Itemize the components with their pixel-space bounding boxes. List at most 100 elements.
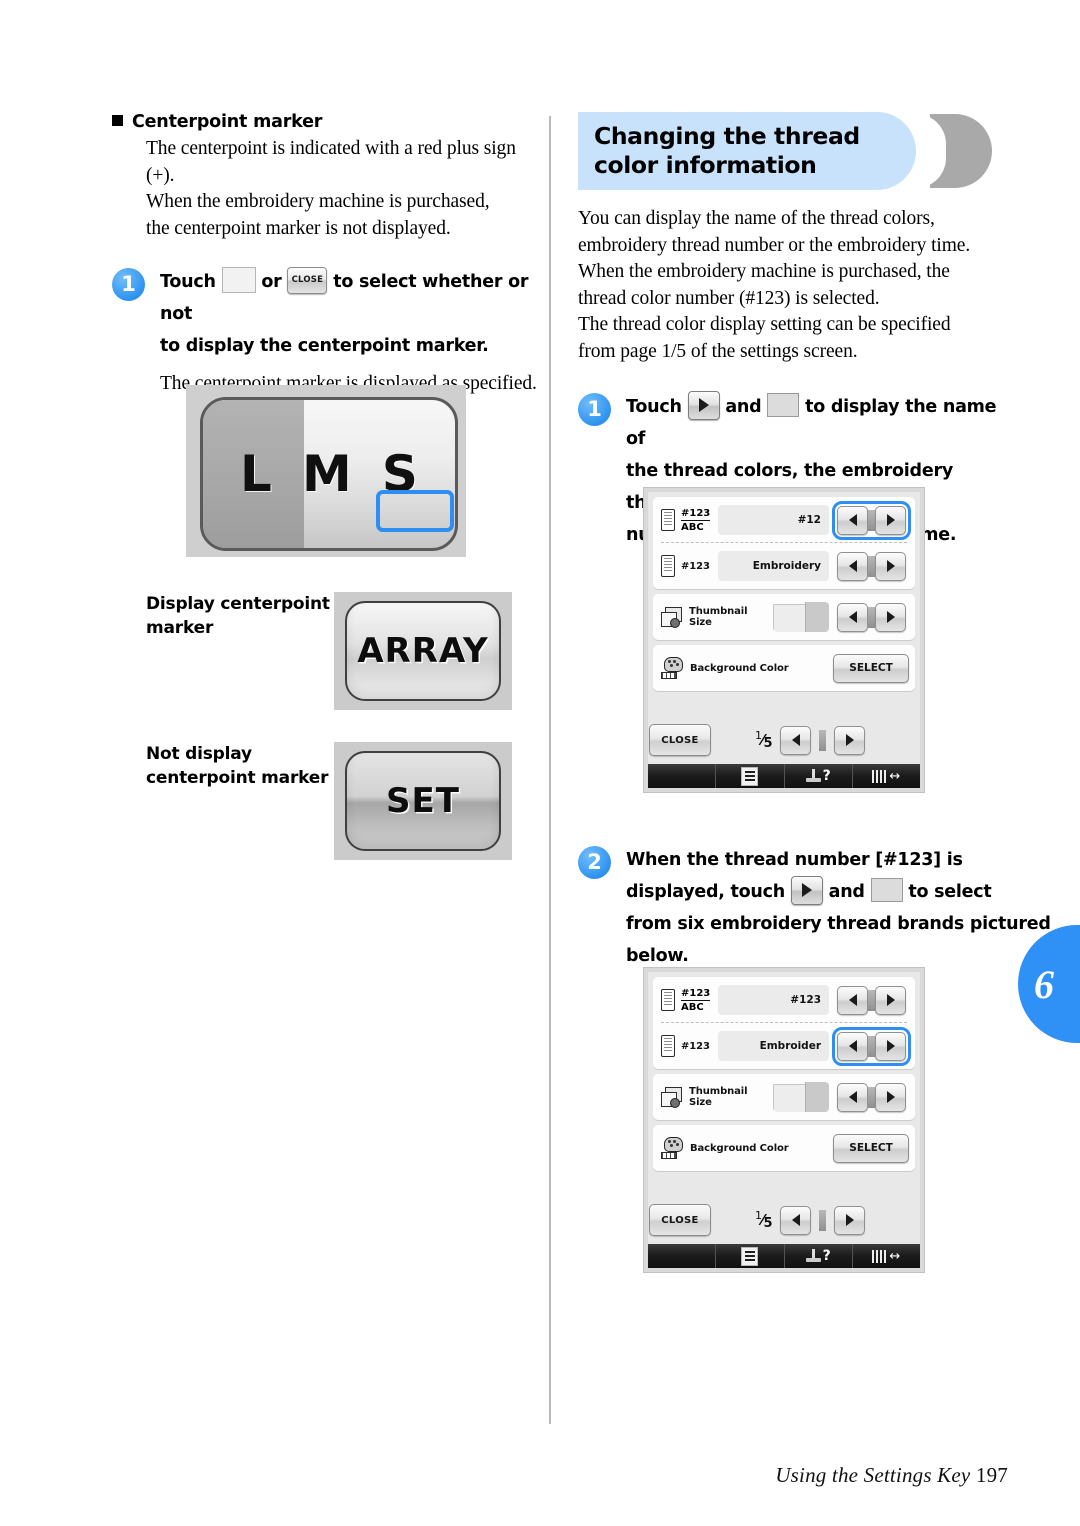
right-intro-line-4: thread color number (#123) is selected.: [578, 287, 880, 309]
chapter-banner: Changing the thread color information: [578, 112, 1008, 190]
thread-brand-arrows-2[interactable]: [832, 1026, 911, 1066]
background-color-select-button-1[interactable]: SELECT: [833, 653, 909, 683]
thumbnail-size-card-2: Thumbnail Size: [653, 1074, 915, 1120]
prev-arrow-button[interactable]: [837, 1082, 868, 1112]
intro-line-1: The centerpoint is indicated with a red …: [146, 138, 516, 159]
intro-line-3: When the embroidery machine is purchased…: [146, 191, 490, 212]
stitch-width-icon[interactable]: ↔: [851, 1244, 920, 1268]
settings-list-icon[interactable]: [715, 1244, 783, 1268]
page-current-1: 1: [755, 729, 762, 742]
thumbnail-size-arrows-1[interactable]: [834, 600, 909, 635]
prev-arrow-button[interactable]: [837, 505, 868, 535]
set-key-figure: SET: [334, 742, 512, 860]
prev-arrow-button[interactable]: [837, 551, 868, 581]
row-thumbnail-size-1[interactable]: Thumbnail Size: [653, 594, 915, 640]
page-indicator-fraction-2: 1⁄5: [755, 1209, 773, 1231]
row-thread-brand-1[interactable]: #123 Embroidery: [653, 543, 915, 589]
background-color-card-1: Background Color SELECT: [653, 645, 915, 691]
prev-arrow-button[interactable]: [837, 1031, 868, 1061]
thread-spool-icon: [661, 989, 675, 1011]
right-step-1-text-c: to display the name of: [626, 397, 997, 449]
thread-color-display-icon[interactable]: [767, 393, 800, 417]
arrow-gap: [868, 989, 875, 1011]
thumbnail-size-icon: [661, 607, 682, 628]
settings-list-icon[interactable]: [221, 267, 256, 293]
next-arrow-button[interactable]: [875, 551, 906, 581]
settings-screen-2-taskbar: ? ↔: [648, 1244, 920, 1268]
background-color-select-button-2[interactable]: SELECT: [833, 1133, 909, 1163]
right-step-2-text-c: to select: [908, 882, 992, 902]
square-bullet-icon: [112, 115, 123, 126]
arrow-gap: [868, 606, 875, 628]
page-prev-button-1[interactable]: [780, 725, 812, 755]
row-background-color-2[interactable]: Background Color SELECT: [653, 1125, 915, 1171]
thread-brand-value-1: Embroidery: [717, 551, 829, 581]
page-total-1: 5: [763, 736, 773, 751]
left-step-1: 1 Touch or CLOSE to select whether or no…: [112, 266, 542, 397]
left-step-1-badge: 1: [112, 268, 145, 301]
page-next-button-2[interactable]: [834, 1205, 866, 1235]
next-arrow-button[interactable]: [875, 985, 906, 1015]
background-color-label-2: Background Color: [690, 1142, 789, 1154]
stitch-width-icon[interactable]: ↔: [851, 764, 920, 788]
prev-arrow-button[interactable]: [837, 602, 868, 632]
lms-letter-m: M: [302, 445, 352, 503]
row-thread-name-display-1[interactable]: #123 ABC #12: [653, 497, 915, 543]
presser-foot-help-icon[interactable]: ?: [783, 764, 852, 788]
next-arrow-button[interactable]: [875, 1082, 906, 1112]
thumbnail-size-card-1: Thumbnail Size: [653, 594, 915, 640]
set-key[interactable]: SET: [345, 751, 501, 851]
thread-brand-arrows-1[interactable]: [834, 549, 909, 584]
column-divider: [549, 116, 551, 1424]
section-heading: Centerpoint marker: [112, 112, 542, 132]
presser-foot-help-icon[interactable]: ?: [783, 1244, 852, 1268]
thread-display-arrows-1[interactable]: [832, 500, 911, 540]
taskbar-blank-cell: [648, 1244, 715, 1268]
thumbnail-size-preview: [773, 1082, 829, 1112]
section-heading-label: Centerpoint marker: [132, 112, 323, 132]
caption-row-not-display-marker: Not display centerpoint marker SET: [146, 742, 512, 860]
thread-spool-icon: [661, 555, 675, 577]
settings-screen-2-footer: CLOSE 1⁄5: [649, 1199, 919, 1241]
lms-key-figure: L M S: [186, 385, 466, 557]
close-key-icon[interactable]: CLOSE: [287, 266, 328, 294]
manual-page: Centerpoint marker The centerpoint is in…: [0, 0, 1080, 1526]
next-arrow-button[interactable]: [875, 505, 906, 535]
next-arrow-button[interactable]: [875, 1031, 906, 1061]
row-thread-brand-2[interactable]: #123 Embroider: [653, 1023, 915, 1069]
settings-screen-1-footer: CLOSE 1⁄5: [649, 719, 919, 761]
background-color-label-1: Background Color: [690, 662, 789, 674]
caption-row-display-marker: Display centerpoint marker ARRAY: [146, 592, 512, 710]
thumbnail-size-arrows-2[interactable]: [834, 1080, 909, 1115]
banner-pill: Changing the thread color information: [578, 112, 916, 190]
right-intro-line-1: You can display the name of the thread c…: [578, 208, 935, 229]
row-thumbnail-size-2[interactable]: Thumbnail Size: [653, 1074, 915, 1120]
background-color-card-2: Background Color SELECT: [653, 1125, 915, 1171]
thread-brand-display-icon[interactable]: [870, 878, 903, 902]
array-key[interactable]: ARRAY: [345, 601, 501, 701]
settings-screen-1: #123 ABC #12 #123 Embroidery Thumbnail S…: [643, 487, 925, 793]
prev-arrow-button[interactable]: [837, 985, 868, 1015]
close-button-1[interactable]: CLOSE: [649, 724, 711, 756]
next-arrow-key-icon[interactable]: [687, 390, 720, 420]
close-button-2[interactable]: CLOSE: [649, 1204, 711, 1236]
thread-display-arrows-2[interactable]: [834, 983, 909, 1018]
page-indicator-fraction-1: 1⁄5: [755, 729, 773, 751]
background-color-icon: [661, 1137, 683, 1159]
right-step-2-text: When the thread number [#123] is display…: [626, 844, 1056, 972]
row-thread-name-display-2[interactable]: #123 ABC #123: [653, 977, 915, 1023]
right-column: Changing the thread color information Yo…: [578, 112, 1008, 551]
arrow-gap: [868, 1035, 875, 1057]
next-arrow-key-icon[interactable]: [790, 875, 823, 905]
arrow-gap: [868, 555, 875, 577]
lms-highlight-box: [376, 490, 454, 532]
right-step-2-line-4: below.: [626, 946, 689, 966]
page-prev-button-2[interactable]: [780, 1205, 812, 1235]
row-background-color-1[interactable]: Background Color SELECT: [653, 645, 915, 691]
left-step-1-text: Touch or CLOSE to select whether or not …: [160, 266, 542, 397]
thread-display-card-1: #123 ABC #12 #123 Embroidery: [653, 497, 915, 589]
next-arrow-button[interactable]: [875, 602, 906, 632]
right-step-1-word-and: and: [725, 397, 762, 417]
page-next-button-1[interactable]: [834, 725, 866, 755]
settings-list-icon[interactable]: [715, 764, 783, 788]
